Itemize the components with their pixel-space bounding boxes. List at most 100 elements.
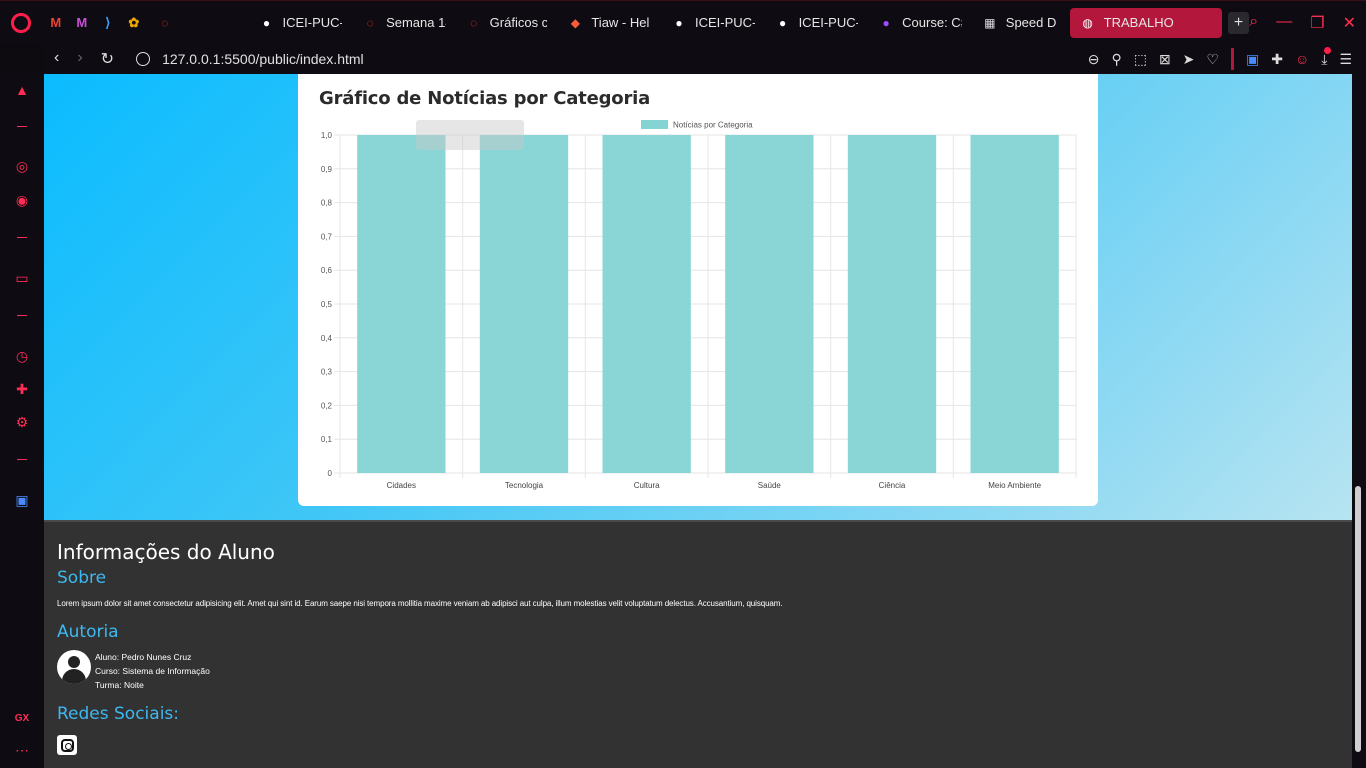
page-scrollbar[interactable] bbox=[1352, 74, 1366, 768]
easy-setup-icon[interactable]: ☰ bbox=[1339, 51, 1352, 68]
tab[interactable]: ◌ Gráficos c bbox=[456, 8, 558, 38]
gmail-icon[interactable]: M bbox=[73, 14, 91, 32]
gx-icon[interactable]: GX bbox=[12, 708, 32, 728]
power-automate-icon[interactable]: ⟩ bbox=[99, 14, 117, 32]
hero-section: Gráfico de Notícias por Categoria 0 0,1 0,… bbox=[44, 74, 1352, 520]
y-tick-label: 0 bbox=[328, 469, 333, 478]
puc-icon: ◌ bbox=[161, 15, 169, 30]
tab-label: Speed Dial bbox=[1005, 15, 1056, 30]
github-icon: ● bbox=[262, 15, 271, 30]
downloads-icon[interactable]: ⤓ bbox=[1321, 46, 1332, 68]
grid-icon: ▦ bbox=[984, 15, 996, 30]
tab[interactable]: ● Course: C# bbox=[868, 8, 972, 38]
student-info-section: Informações do Aluno Sobre Lorem ipsum d… bbox=[44, 520, 1352, 768]
web-page: Gráfico de Notícias por Categoria 0 0,1 0,… bbox=[44, 74, 1352, 768]
legend-label: Notícias por Categoria bbox=[673, 121, 753, 130]
tab[interactable]: ◌ Semana 14 bbox=[352, 8, 456, 38]
x-tick-label: Meio Ambiente bbox=[988, 481, 1041, 490]
bar bbox=[479, 135, 569, 473]
tab-active[interactable]: ◍ TRABALHO bbox=[1069, 7, 1222, 38]
instagram-link[interactable] bbox=[57, 735, 77, 755]
settings-icon[interactable]: ⚙ bbox=[12, 412, 32, 432]
tab[interactable]: ● ICEI-PUC- bbox=[765, 8, 869, 38]
author-course: Curso: Sistema de Informação bbox=[95, 666, 210, 676]
y-tick-label: 0,8 bbox=[321, 199, 333, 208]
bar bbox=[602, 135, 691, 473]
x-tick-label: Tecnologia bbox=[505, 481, 544, 490]
sidebar-divider bbox=[17, 126, 27, 127]
y-tick-label: 0,5 bbox=[321, 300, 333, 309]
back-icon[interactable]: ‹ bbox=[54, 49, 59, 69]
github-icon: ● bbox=[675, 15, 683, 30]
send-icon[interactable]: ➤ bbox=[1183, 51, 1195, 68]
snapshot-icon[interactable]: ⬚ bbox=[1134, 51, 1147, 68]
tab[interactable]: ◌ bbox=[147, 8, 249, 38]
aria-icon[interactable]: ▲ bbox=[12, 80, 32, 100]
search-tabs-icon[interactable]: ⌕ bbox=[1249, 13, 1258, 33]
adblock-icon[interactable]: ⊠ bbox=[1159, 51, 1171, 68]
pin-icon[interactable]: ⚲ bbox=[1111, 51, 1121, 68]
opera-menu-button[interactable] bbox=[0, 1, 43, 45]
author-heading: Autoria bbox=[57, 622, 119, 642]
close-icon[interactable]: ✕ bbox=[1343, 13, 1356, 33]
address-bar-row: ‹ › ↻ 127.0.0.1:5500/public/index.html ⊖… bbox=[44, 44, 1366, 74]
wallet-icon[interactable]: ▭ bbox=[12, 268, 32, 288]
tab-label: TRABALHO bbox=[1103, 15, 1174, 30]
tab-label: ICEI-PUC-I bbox=[282, 15, 343, 30]
gmail-icon[interactable]: M bbox=[47, 14, 65, 32]
forward-icon[interactable]: › bbox=[77, 49, 82, 69]
tab[interactable]: ● ICEI-PUC-I bbox=[248, 8, 352, 38]
tab-strip: M M ⟩ ✿ ◌ ● ICEI-PUC-I ◌ Semana 14 ◌ Gráfic… bbox=[0, 0, 1366, 44]
x-tick-label: Saúde bbox=[758, 481, 782, 490]
discord-icon[interactable]: ◉ bbox=[12, 190, 32, 210]
site-info-icon[interactable] bbox=[136, 52, 151, 66]
extensions-icon[interactable]: ✚ bbox=[12, 379, 32, 399]
address-field[interactable]: 127.0.0.1:5500/public/index.html bbox=[136, 51, 364, 67]
instagram-icon bbox=[60, 738, 74, 752]
y-tick-label: 1,0 bbox=[321, 131, 333, 140]
y-tick-label: 0,3 bbox=[321, 368, 333, 377]
translate-icon[interactable]: ▣ bbox=[12, 490, 32, 510]
scrollbar-thumb[interactable] bbox=[1355, 486, 1361, 752]
y-tick-label: 0,4 bbox=[321, 334, 333, 343]
x-tick-label: Cidades bbox=[387, 481, 416, 490]
about-heading: Sobre bbox=[57, 568, 107, 588]
tab-label: ICEI-PUC- bbox=[798, 15, 859, 30]
legend-swatch bbox=[641, 120, 668, 129]
puc-icon: ◌ bbox=[366, 15, 374, 30]
author-name: Aluno: Pedro Nunes Cruz bbox=[95, 652, 192, 662]
reload-icon[interactable]: ↻ bbox=[101, 49, 114, 69]
x-tick-label: Cultura bbox=[634, 481, 660, 490]
instagram-icon[interactable]: ◎ bbox=[12, 156, 32, 176]
navigation-buttons: ‹ › ↻ bbox=[44, 49, 114, 69]
window-controls: ⌕ — ❐ ✕ bbox=[1249, 13, 1366, 33]
profile-icon[interactable]: ☺ bbox=[1295, 51, 1309, 67]
zoom-icon[interactable]: ⊖ bbox=[1088, 51, 1100, 68]
new-tab-button[interactable]: + bbox=[1227, 11, 1250, 34]
bar bbox=[725, 135, 814, 473]
y-tick-label: 0,7 bbox=[321, 232, 333, 241]
translate-icon[interactable]: ▣ bbox=[1246, 51, 1259, 68]
maximize-icon[interactable]: ❐ bbox=[1310, 13, 1324, 33]
heart-icon[interactable]: ♡ bbox=[1206, 51, 1219, 68]
extensions-icon[interactable]: ✚ bbox=[1271, 51, 1283, 68]
bar-chart: 0 0,1 0,2 0,3 0,4 0,5 0,6 0,7 0,8 0,9 1,0 Cidades Te… bbox=[321, 120, 1077, 490]
tab[interactable]: ◆ Tiaw - Hel bbox=[557, 8, 661, 38]
tab-label: ICEI-PUC- bbox=[694, 15, 755, 30]
y-tick-label: 0,6 bbox=[321, 266, 333, 275]
figma-icon: ◆ bbox=[570, 15, 580, 30]
sidebar: ▲ ◎ ◉ ▭ ◷ ✚ ⚙ ▣ GX ⋯ bbox=[0, 74, 44, 768]
chart-card: Gráfico de Notícias por Categoria 0 0,1 0,… bbox=[298, 74, 1098, 506]
url-text[interactable]: 127.0.0.1:5500/public/index.html bbox=[162, 51, 364, 67]
minimize-icon[interactable]: — bbox=[1276, 13, 1292, 33]
copilot-icon[interactable]: ✿ bbox=[125, 14, 143, 32]
tab-label: Course: C# bbox=[902, 15, 962, 30]
author-block: Aluno: Pedro Nunes Cruz Curso: Sistema d… bbox=[57, 650, 210, 692]
y-tick-label: 0,9 bbox=[321, 165, 333, 174]
tab[interactable]: ● ICEI-PUC- bbox=[661, 8, 765, 38]
history-icon[interactable]: ◷ bbox=[12, 346, 32, 366]
more-icon[interactable]: ⋯ bbox=[12, 740, 32, 760]
tab[interactable]: ▦ Speed Dial bbox=[972, 8, 1066, 38]
x-tick-label: Ciência bbox=[879, 481, 906, 490]
sidebar-divider bbox=[17, 459, 27, 460]
